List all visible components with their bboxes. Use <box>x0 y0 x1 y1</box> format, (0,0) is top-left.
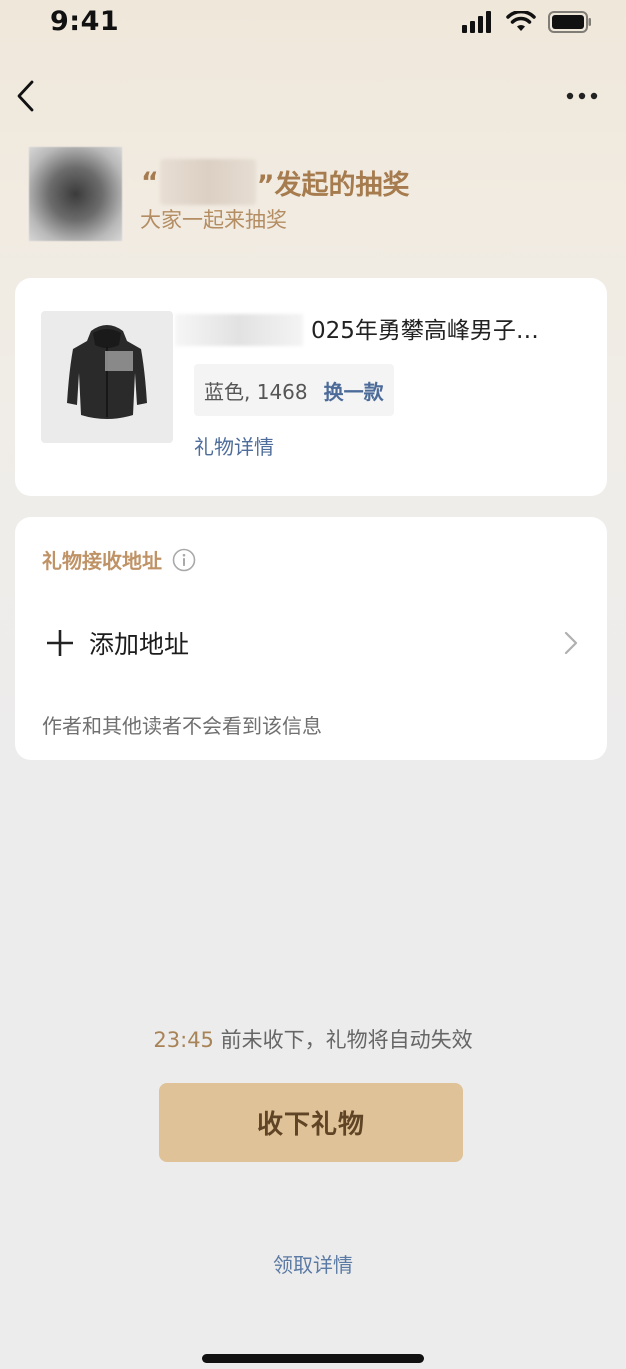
chevron-left-icon <box>17 80 34 112</box>
claim-details-link[interactable]: 领取详情 <box>0 1249 626 1278</box>
back-button[interactable] <box>10 74 50 118</box>
host-subtitle: 大家一起来抽奖 <box>140 208 287 232</box>
plus-icon <box>47 630 73 656</box>
gift-card: 025年勇攀高峰男子… 蓝色, 1468 换一款 礼物详情 <box>15 278 607 496</box>
countdown-time: 23:45 <box>153 1028 214 1052</box>
add-address-row[interactable]: 添加地址 <box>15 615 607 671</box>
countdown-notice: 23:45 前未收下，礼物将自动失效 <box>0 1024 626 1054</box>
add-address-label: 添加地址 <box>89 630 190 659</box>
status-icons <box>462 9 592 35</box>
status-time: 9:41 <box>50 6 120 37</box>
info-circle-icon[interactable] <box>172 548 196 572</box>
gift-detail-link[interactable]: 礼物详情 <box>194 431 274 460</box>
signal-icon <box>462 11 491 33</box>
more-button[interactable] <box>564 80 604 112</box>
address-title-text: 礼物接收地址 <box>42 549 162 573</box>
chevron-right-icon <box>564 631 578 655</box>
jacket-icon <box>67 325 147 419</box>
variant-text: 蓝色, 1468 <box>204 379 308 404</box>
product-name: 025年勇攀高峰男子… <box>311 318 539 344</box>
privacy-note: 作者和其他读者不会看到该信息 <box>42 714 322 738</box>
product-image[interactable] <box>41 311 173 443</box>
accept-gift-button[interactable]: 收下礼物 <box>159 1083 463 1162</box>
address-card: 礼物接收地址 添加地址 作者和其他读者不会看到该信息 <box>15 517 607 760</box>
address-section-title: 礼物接收地址 <box>42 545 196 574</box>
host-title-suffix: ”发起的抽奖 <box>256 169 410 201</box>
battery-icon <box>548 11 591 33</box>
host-avatar <box>29 147 122 241</box>
host-name-blurred <box>159 159 256 205</box>
change-variant-button[interactable]: 换一款 <box>324 376 384 405</box>
product-name-blurred <box>175 314 303 346</box>
host-title: “ ”发起的抽奖 <box>141 159 410 205</box>
home-indicator[interactable] <box>202 1354 424 1363</box>
quote-open: “ <box>141 166 159 198</box>
variant-selector: 蓝色, 1468 换一款 <box>194 364 394 416</box>
more-horizontal-icon <box>566 92 598 100</box>
wifi-icon <box>506 11 536 31</box>
countdown-text: 前未收下，礼物将自动失效 <box>213 1028 473 1052</box>
